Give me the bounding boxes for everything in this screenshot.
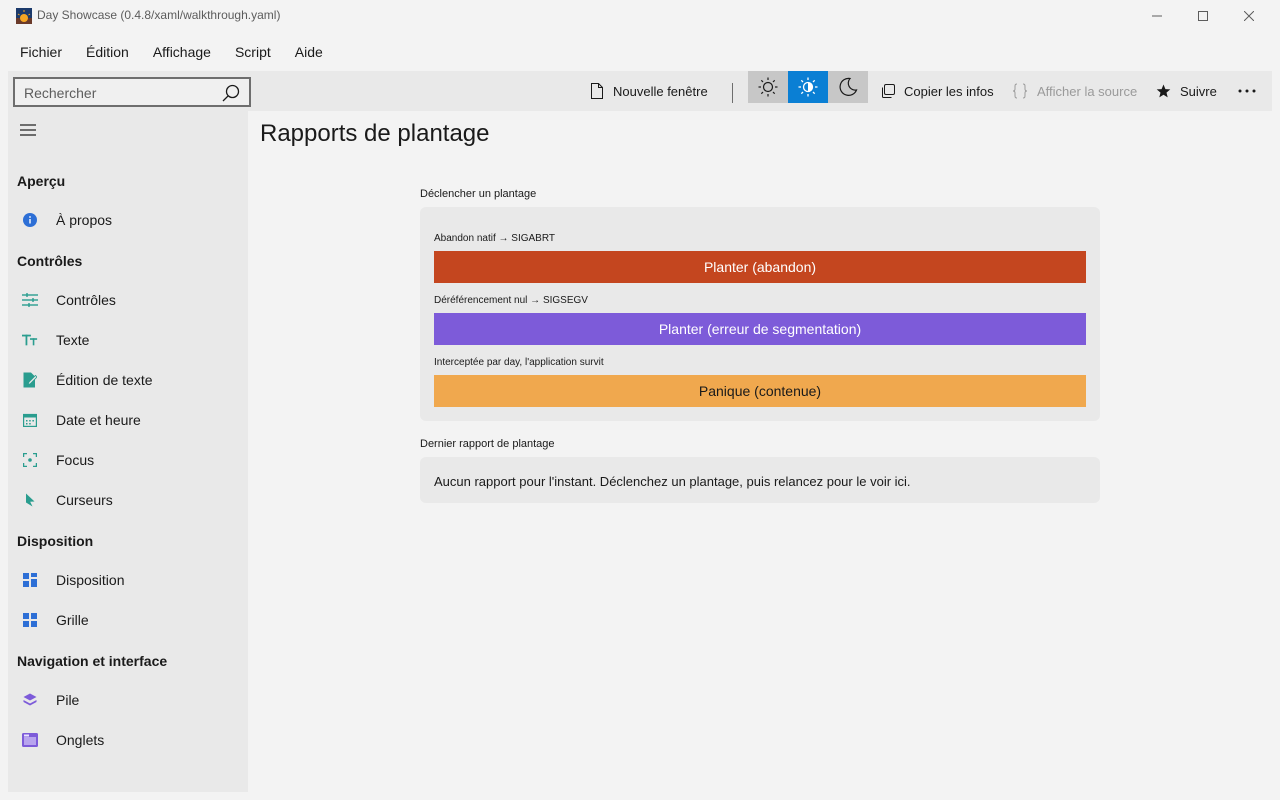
new-window-button[interactable]: Nouvelle fenêtre [590, 71, 708, 111]
sidebar-item-grille[interactable]: Grille [8, 600, 248, 640]
sidebar-item-focus[interactable]: Focus [8, 440, 248, 480]
light-theme-button[interactable] [748, 71, 788, 103]
sidebar-item-disposition[interactable]: Disposition [8, 560, 248, 600]
sidebar-item-label: Pile [56, 692, 80, 708]
sidebar-item-label: Texte [56, 332, 90, 348]
document-icon [591, 83, 603, 99]
sidebar-item-a-propos[interactable]: À propos [8, 200, 248, 240]
app-logo-icon [16, 8, 32, 24]
dark-theme-button[interactable] [828, 71, 868, 103]
sidebar-item-onglets[interactable]: Onglets [8, 720, 248, 760]
sidebar-item-label: Curseurs [56, 492, 113, 508]
report-section-label: Dernier rapport de plantage [420, 438, 555, 450]
title-bar: Day Showcase (0.4.8/xaml/walkthrough.yam… [0, 0, 1280, 32]
tabs-icon [22, 732, 38, 748]
sidebar-item-curseurs[interactable]: Curseurs [8, 480, 248, 520]
auto-theme-button[interactable] [788, 71, 828, 103]
sidebar-item-controles[interactable]: Contrôles [8, 280, 248, 320]
abort-caption: Abandon natif → SIGABRT [434, 233, 555, 244]
sidebar-item-date-heure[interactable]: Date et heure [8, 400, 248, 440]
close-button[interactable] [1226, 0, 1272, 32]
layout-icon [22, 572, 38, 588]
minimize-button[interactable] [1134, 0, 1180, 32]
show-source-label: Afficher la source [1037, 83, 1138, 99]
segfault-caption: Déréférencement nul → SIGSEGV [434, 295, 588, 306]
sidebar-item-label: Focus [56, 452, 95, 468]
crash-report-text: Aucun rapport pour l'instant. Déclenchez… [434, 474, 911, 489]
search-icon[interactable] [222, 84, 240, 105]
focus-icon [22, 452, 38, 468]
trigger-section-label: Déclencher un plantage [420, 188, 537, 200]
cursor-icon [22, 492, 38, 508]
toolbar-divider [732, 83, 733, 103]
moon-icon [839, 77, 858, 96]
copy-icon [882, 84, 895, 98]
maximize-button[interactable] [1180, 0, 1226, 32]
sidebar-item-label: Grille [56, 612, 89, 628]
sidebar-item-label: Édition de texte [56, 372, 153, 388]
copy-info-button[interactable]: Copier les infos [881, 71, 994, 111]
crash-abort-button[interactable]: Planter (abandon) [434, 251, 1086, 283]
edit-icon [22, 372, 38, 388]
nav-group-controles: Contrôles [17, 253, 83, 269]
menu-affichage[interactable]: Affichage [141, 36, 223, 68]
sliders-icon [22, 292, 38, 308]
menu-script[interactable]: Script [223, 36, 283, 68]
follow-label: Suivre [1180, 83, 1217, 99]
info-icon [22, 212, 38, 228]
hamburger-menu-icon[interactable] [20, 123, 36, 140]
crash-segfault-button[interactable]: Planter (erreur de segmentation) [434, 313, 1086, 345]
stack-icon [22, 692, 38, 708]
menu-edition[interactable]: Édition [74, 36, 141, 68]
sidebar-item-label: Date et heure [56, 412, 141, 428]
sidebar: Aperçu À propos Contrôles Contrôles Text… [8, 111, 248, 792]
text-icon [22, 332, 38, 348]
more-options-button[interactable] [1238, 71, 1265, 111]
more-icon [1238, 89, 1256, 93]
nav-group-apercu: Aperçu [17, 173, 66, 189]
menu-aide[interactable]: Aide [283, 36, 335, 68]
follow-button[interactable]: Suivre [1156, 71, 1217, 111]
grid-icon [22, 612, 38, 628]
nav-group-disposition: Disposition [17, 533, 94, 549]
nav-group-navigation: Navigation et interface [17, 653, 168, 669]
panic-caption: Interceptée par day, l'application survi… [434, 357, 604, 368]
star-icon [1156, 84, 1171, 97]
copy-info-label: Copier les infos [904, 83, 994, 99]
search-placeholder: Rechercher [24, 85, 97, 101]
page-title: Rapports de plantage [260, 120, 490, 147]
sidebar-item-texte[interactable]: Texte [8, 320, 248, 360]
search-input[interactable]: Rechercher [13, 77, 251, 107]
sidebar-item-pile[interactable]: Pile [8, 680, 248, 720]
calendar-icon [22, 412, 38, 428]
contrast-icon [798, 77, 818, 97]
braces-icon [1012, 83, 1028, 99]
new-window-label: Nouvelle fenêtre [613, 83, 708, 99]
sidebar-item-label: Disposition [56, 572, 125, 588]
toolbar: Rechercher Nouvelle fenêtre Copier les i… [8, 71, 1272, 111]
show-source-button[interactable]: Afficher la source [1012, 71, 1137, 111]
menu-bar: Fichier Édition Affichage Script Aide [0, 36, 335, 68]
window-title: Day Showcase (0.4.8/xaml/walkthrough.yam… [37, 8, 281, 22]
sidebar-item-edition-texte[interactable]: Édition de texte [8, 360, 248, 400]
sun-icon [758, 77, 778, 97]
sidebar-item-label: Onglets [56, 732, 105, 748]
sidebar-item-label: Contrôles [56, 292, 116, 308]
sidebar-item-label: À propos [56, 212, 113, 228]
menu-fichier[interactable]: Fichier [0, 36, 74, 68]
panic-contained-button[interactable]: Panique (contenue) [434, 375, 1086, 407]
